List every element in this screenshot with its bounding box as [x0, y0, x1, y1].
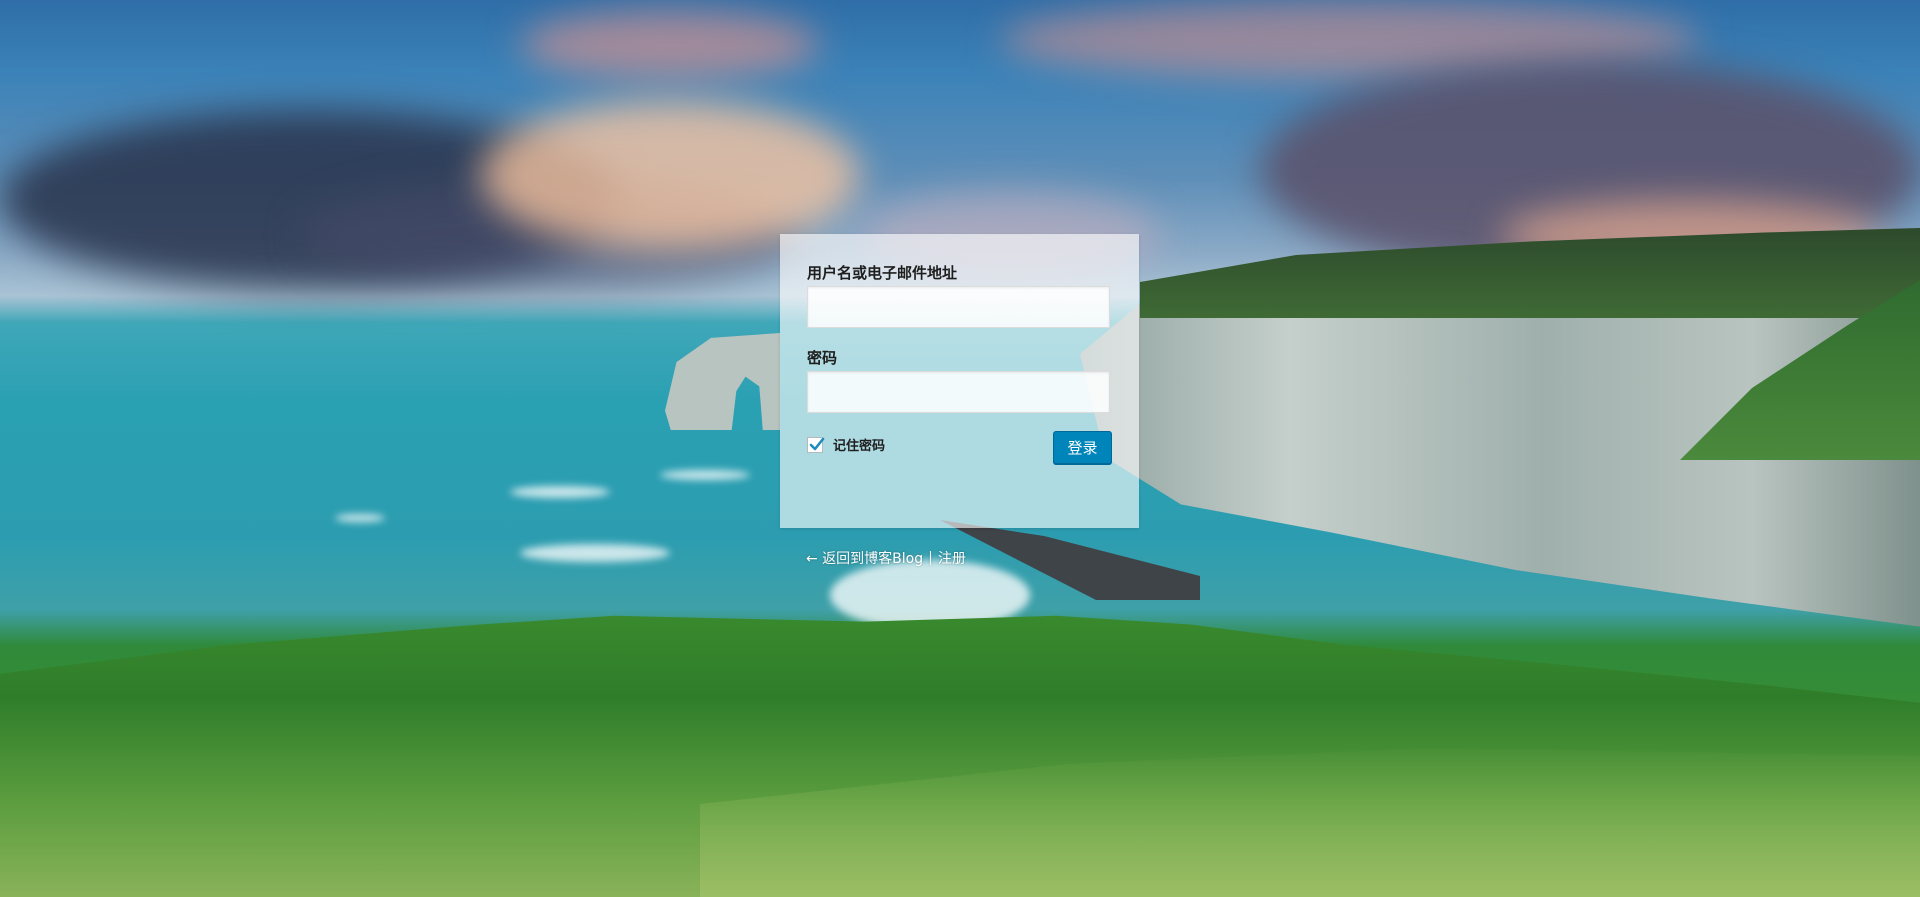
link-separator: | [928, 550, 933, 566]
login-button[interactable]: 登录 [1053, 431, 1112, 464]
remember-label: 记住密码 [833, 439, 886, 454]
password-label: 密码 [807, 349, 838, 367]
remember-me[interactable]: 记住密码 [807, 435, 885, 454]
footer-links: ← 返回到博客Blog | 注册 [806, 548, 966, 568]
remember-checkbox[interactable] [807, 436, 825, 453]
surf [660, 470, 750, 480]
cloud [480, 100, 860, 250]
surf [520, 544, 670, 562]
cliff-top-grass [1140, 228, 1920, 318]
surf [510, 486, 610, 498]
register-link[interactable]: 注册 [938, 548, 966, 568]
checkmark-icon [809, 437, 825, 450]
username-label: 用户名或电子邮件地址 [807, 264, 958, 282]
cloud [520, 10, 820, 80]
username-input[interactable] [807, 286, 1110, 328]
rock-arch [665, 333, 780, 430]
surf [335, 514, 385, 522]
password-input[interactable] [807, 371, 1110, 413]
login-form: 用户名或电子邮件地址 密码 记住密码 登录 [780, 234, 1139, 528]
form-actions: 记住密码 登录 [807, 431, 1112, 465]
login-page-background: 用户名或电子邮件地址 密码 记住密码 登录 ← 返回到博客Blog | 注册 [0, 0, 1920, 897]
back-to-blog-link[interactable]: ← 返回到博客Blog [806, 548, 923, 568]
